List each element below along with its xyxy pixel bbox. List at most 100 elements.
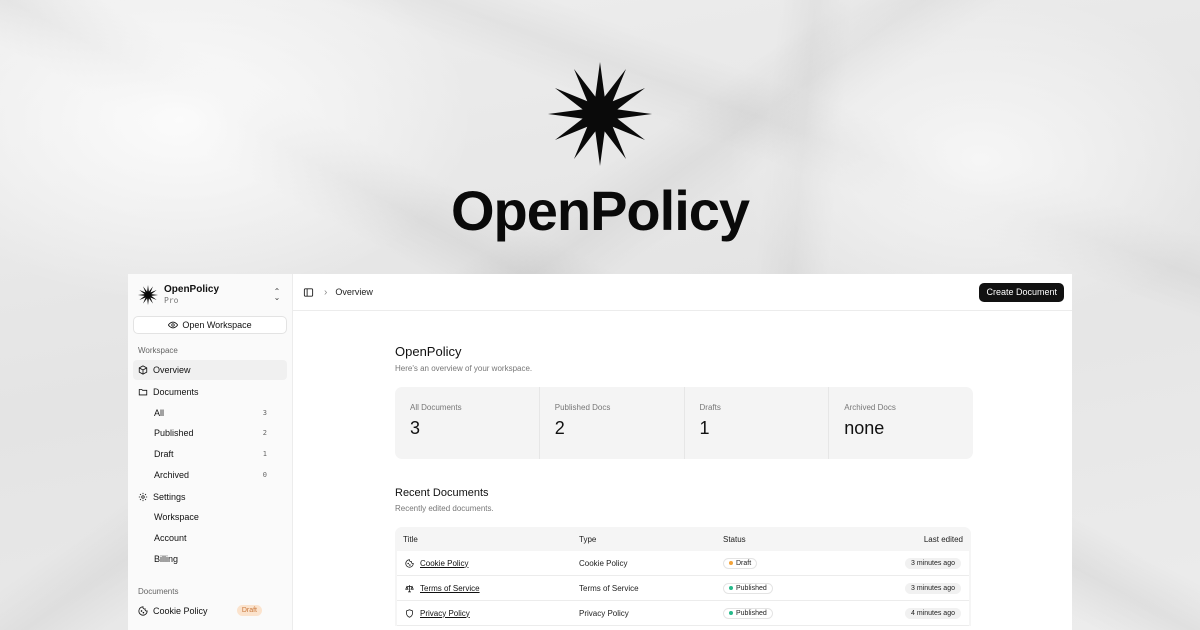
table-header: Title Type Status Last edited: [395, 527, 971, 551]
sidebar-filter-archived[interactable]: Archived 0: [133, 465, 287, 485]
sidebar-item-overview[interactable]: Overview: [133, 360, 287, 380]
cookie-icon: [138, 606, 148, 616]
page-title: OpenPolicy: [395, 344, 462, 359]
document-link[interactable]: Terms of Service: [420, 584, 480, 593]
workspace-switcher[interactable]: OpenPolicy Pro ⌃ ⌄: [133, 282, 287, 308]
filter-label: Draft: [154, 449, 174, 460]
scale-icon: [405, 584, 414, 592]
filter-count: 0: [262, 470, 267, 479]
settings-label: Billing: [154, 553, 179, 564]
stat-drafts: Drafts 1: [685, 387, 830, 459]
workspace-plan: Pro: [164, 296, 179, 305]
status-badge: Draft: [723, 557, 758, 569]
workspace-group-label: Workspace: [138, 346, 178, 355]
sidebar-item-label: Settings: [153, 491, 186, 502]
type-cell: Terms of Service: [579, 583, 639, 593]
table-row[interactable]: Privacy Policy Privacy Policy Published …: [397, 601, 969, 626]
time-badge: 4 minutes ago: [905, 607, 961, 619]
page-subtitle: Here's an overview of your workspace.: [395, 364, 533, 373]
open-workspace-button[interactable]: Open Workspace: [133, 316, 287, 334]
stat-published: Published Docs 2: [540, 387, 685, 459]
status-cell: Published: [723, 607, 843, 619]
section-title: Recent Documents: [395, 487, 489, 499]
overview-content: OpenPolicy Here's an overview of your wo…: [395, 311, 973, 626]
table-row[interactable]: Cookie Policy Cookie Policy Draft 3 minu…: [397, 551, 969, 576]
sidebar-item-settings[interactable]: Settings: [133, 487, 287, 507]
status-text: Published: [736, 584, 767, 592]
status-badge: Published: [723, 582, 773, 594]
sidebar-settings-billing[interactable]: Billing: [133, 549, 287, 569]
stat-label: Drafts: [699, 403, 721, 412]
sidebar-item-label: Cookie Policy: [153, 605, 208, 616]
sidebar-settings-account[interactable]: Account: [133, 528, 287, 548]
edited-cell: 3 minutes ago: [843, 557, 961, 569]
sidebar-item-label: Documents: [153, 387, 199, 397]
status-dot: [729, 586, 733, 590]
chevron-right-icon: ›: [324, 286, 328, 298]
documents-group-label: Documents: [138, 586, 179, 596]
stat-value: 3: [410, 418, 421, 438]
sidebar-filter-draft[interactable]: Draft 1: [133, 444, 287, 464]
chevron-up-down-icon: ⌃ ⌄: [273, 286, 281, 302]
workspace-name: OpenPolicy: [164, 284, 220, 295]
stat-archived: Archived Docs none: [829, 387, 973, 459]
workspace-info: OpenPolicy Pro: [164, 285, 272, 305]
sidebar-toggle-icon[interactable]: [303, 287, 314, 298]
sidebar-doc-cookie-policy[interactable]: Cookie Policy Draft: [133, 601, 287, 621]
starburst-logo-icon: [138, 285, 158, 305]
filter-label: Archived: [154, 469, 190, 480]
gear-icon: [138, 492, 148, 501]
status-text: Published: [736, 609, 767, 617]
document-link[interactable]: Privacy Policy: [420, 609, 470, 618]
document-link[interactable]: Cookie Policy: [420, 559, 468, 568]
settings-label: Workspace: [154, 512, 199, 523]
shield-icon: [406, 608, 413, 618]
app-window: OpenPolicy Pro ⌃ ⌄ Open Workspace Workspa…: [128, 274, 1072, 630]
section-subtitle: Recently edited documents.: [395, 504, 494, 513]
folder-icon: [138, 389, 148, 396]
settings-label: Account: [154, 533, 187, 544]
sidebar-filter-published[interactable]: Published 2: [133, 423, 287, 443]
title-cell: Terms of Service: [405, 584, 579, 593]
column-header: Type: [579, 534, 597, 544]
status-badge: Published: [723, 607, 773, 619]
sidebar-item-label: Overview: [153, 365, 191, 375]
draft-badge: Draft: [236, 605, 262, 617]
breadcrumb[interactable]: Overview: [335, 287, 373, 297]
filter-count: 2: [262, 429, 267, 438]
stat-all-documents: All Documents 3: [395, 387, 540, 459]
column-header: Title: [403, 534, 418, 544]
filter-count: 1: [262, 450, 267, 459]
time-badge: 3 minutes ago: [905, 582, 961, 594]
type-cell: Privacy Policy: [579, 608, 629, 618]
column-header: Last edited: [923, 534, 963, 544]
starburst-logo-icon: [548, 62, 652, 166]
status-cell: Draft: [723, 557, 843, 569]
stat-value: 2: [554, 418, 565, 438]
stat-label: Archived Docs: [844, 403, 896, 412]
stat-label: All Documents: [410, 403, 462, 412]
main-panel: › Overview Create Document OpenPolicy He…: [293, 274, 1072, 630]
status-text: Draft: [736, 559, 752, 567]
stat-value: 1: [699, 418, 710, 438]
stat-value: none: [844, 418, 885, 438]
open-workspace-label: Open Workspace: [182, 320, 252, 330]
type-cell: Cookie Policy: [579, 558, 628, 568]
sidebar-settings-workspace[interactable]: Workspace: [133, 507, 287, 527]
table-row[interactable]: Terms of Service Terms of Service Publis…: [397, 576, 969, 601]
sidebar-filter-all[interactable]: All 3: [133, 403, 287, 423]
sidebar-item-documents[interactable]: Documents: [133, 382, 287, 402]
stats-card: All Documents 3 Published Docs 2 Drafts …: [395, 387, 973, 459]
create-document-button[interactable]: Create Document: [979, 282, 1064, 302]
filter-label: Published: [154, 428, 194, 439]
eye-icon: [168, 321, 179, 329]
edited-cell: 4 minutes ago: [843, 607, 961, 619]
stat-label: Published Docs: [554, 403, 611, 412]
topbar: › Overview Create Document: [293, 274, 1072, 311]
time-badge: 3 minutes ago: [905, 557, 961, 569]
title-cell: Privacy Policy: [405, 609, 579, 618]
status-dot: [729, 611, 733, 615]
filter-label: All: [154, 407, 165, 418]
status-dot: [729, 561, 733, 565]
hero-brand-title: OpenPolicy: [450, 179, 750, 242]
